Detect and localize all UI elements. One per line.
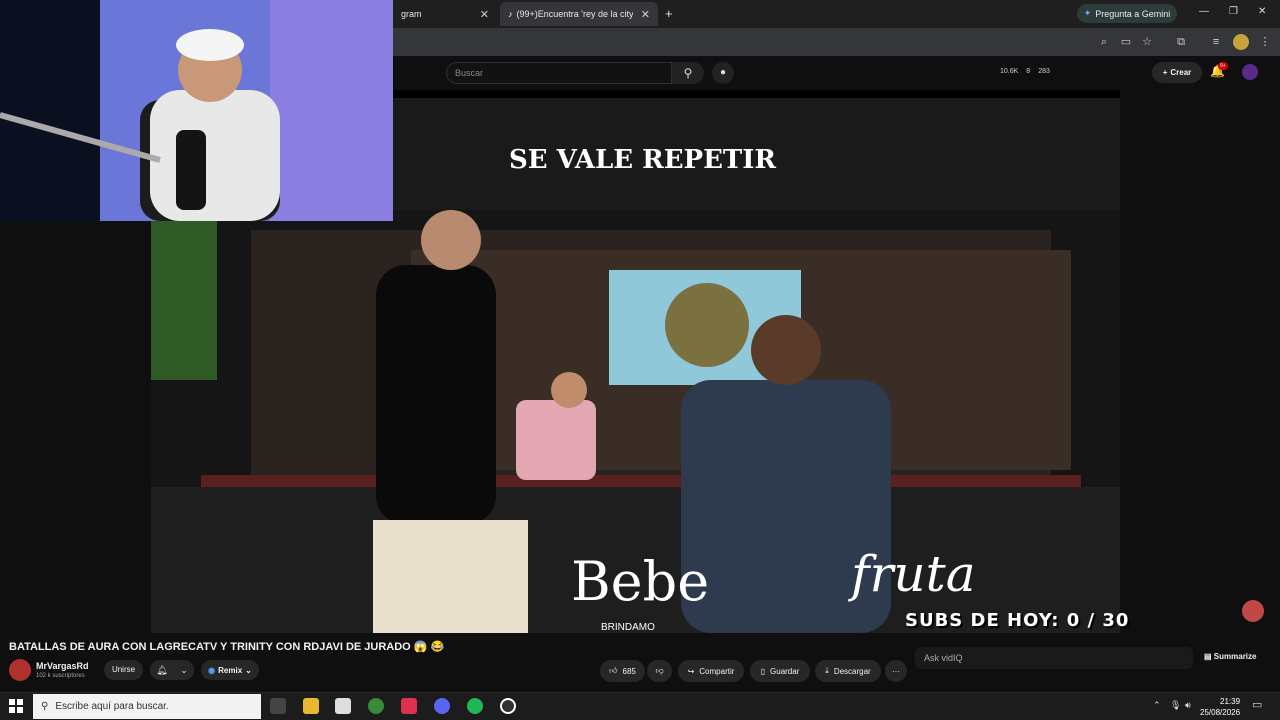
discord-icon[interactable]: [434, 698, 450, 714]
chrome-icon[interactable]: [368, 698, 384, 714]
file-explorer-icon[interactable]: [303, 698, 319, 714]
like-count: 685: [622, 666, 636, 676]
browser-tab[interactable]: gram ✕: [393, 2, 497, 26]
restaurant-sign: SE VALE REPETIR: [509, 145, 777, 175]
search-icon: ⚲: [41, 701, 49, 712]
wall-word-brindamo: BRINDAMO: [601, 622, 655, 633]
like-button[interactable]: 👍︎ 685: [600, 660, 645, 682]
tab-label: gram: [401, 9, 422, 19]
restore-button[interactable]: ❐: [1229, 6, 1238, 17]
windows-start-icon[interactable]: [9, 699, 23, 713]
subs-counter-overlay: SUBS DE HOY: 0 / 30: [905, 610, 1130, 631]
webcam-overlay: [0, 0, 393, 221]
clock-date: 25/08/2026: [1200, 708, 1241, 717]
user-avatar[interactable]: [1242, 64, 1258, 80]
taskbar-clock[interactable]: 21:39 25/08/2026: [1200, 696, 1240, 718]
minimize-button[interactable]: —: [1199, 6, 1209, 17]
search-icon[interactable]: ⚲: [672, 62, 704, 84]
dislike-button[interactable]: 👎︎: [647, 660, 672, 682]
join-button[interactable]: Unirse: [104, 660, 143, 680]
channel-avatar[interactable]: [9, 659, 31, 681]
taskbar-search-input[interactable]: ⚲ Escribe aquí para buscar.: [33, 694, 261, 719]
download-label: Descargar: [833, 666, 871, 676]
search-input[interactable]: Buscar: [446, 62, 672, 84]
thumbs-down-icon: 👎︎: [655, 666, 664, 675]
create-button[interactable]: + Crear: [1152, 62, 1202, 83]
thumbs-up-icon: 👍︎: [609, 666, 618, 675]
media-control-icon[interactable]: ≡: [1208, 34, 1224, 50]
more-actions-button[interactable]: ···: [885, 660, 907, 682]
create-label: Crear: [1170, 68, 1192, 77]
browser-tab-active[interactable]: ♪ (99+)Encuentra 'rey de la city h ✕: [500, 2, 658, 26]
save-button[interactable]: ▯ Guardar: [750, 660, 810, 682]
microphone-icon[interactable]: 🎙︎: [1170, 700, 1181, 711]
gemini-sparkle-icon: ✦: [1083, 8, 1092, 18]
extensions-icon[interactable]: ⧉: [1173, 34, 1189, 50]
download-button[interactable]: ⤓ Descargar: [815, 660, 881, 682]
gemini-label: Pregunta a Gemini: [1095, 8, 1171, 19]
tab-close-icon[interactable]: ✕: [641, 8, 650, 21]
download-icon: ⤓: [825, 666, 829, 675]
bell-icon: 🔔︎: [156, 664, 168, 675]
streaming-app-icon[interactable]: [401, 698, 417, 714]
taskbar-search-placeholder: Escribe aquí para buscar.: [55, 701, 169, 712]
zoom-icon[interactable]: ⌕: [1096, 34, 1112, 50]
summarize-label: Summarize: [1213, 652, 1257, 661]
floating-avatar-button[interactable]: [1242, 600, 1264, 622]
microphone-icon[interactable]: ●: [712, 62, 734, 84]
tiktok-icon: ♪: [508, 9, 513, 19]
chevron-down-icon: ⌄: [180, 664, 188, 675]
wall-word-bebe: Bebe: [571, 550, 710, 613]
remix-icon: ◉: [208, 665, 216, 675]
tab-close-icon[interactable]: ✕: [480, 8, 489, 21]
chevron-down-icon: ⌄: [245, 665, 252, 675]
remix-button[interactable]: ◉ Remix ⌄: [201, 660, 259, 680]
stat-viewers: 283: [1038, 68, 1050, 75]
task-view-icon[interactable]: [270, 698, 286, 714]
summarize-icon: ▤: [1204, 652, 1212, 661]
channel-subscribers: 102 k suscriptores: [36, 673, 85, 679]
share-icon: ↪: [687, 666, 695, 676]
chevron-up-icon[interactable]: ⌃: [1153, 700, 1161, 711]
bookmark-icon: ▯: [760, 666, 766, 676]
clock-time: 21:39: [1220, 697, 1241, 706]
share-label: Compartir: [699, 666, 735, 676]
save-label: Guardar: [770, 666, 800, 676]
stat-count: 8: [1026, 68, 1031, 75]
notification-center-icon[interactable]: ▭: [1252, 698, 1262, 711]
cast-icon[interactable]: ▭: [1118, 34, 1134, 50]
streamer-cam: [0, 0, 393, 221]
channel-name[interactable]: MrVargasRd: [36, 661, 89, 671]
store-icon[interactable]: [335, 698, 351, 714]
video-title: BATALLAS DE AURA CON LAGRECATV Y TRINITY…: [9, 641, 445, 653]
summarize-button[interactable]: ▤ Summarize: [1204, 652, 1256, 661]
new-tab-button[interactable]: +: [665, 6, 673, 21]
profile-avatar[interactable]: [1233, 34, 1249, 50]
bookmark-star-icon[interactable]: ☆: [1139, 34, 1155, 50]
remix-label: Remix: [218, 665, 243, 675]
ask-vidiq-input[interactable]: Ask vidIQ: [915, 647, 1193, 669]
vidiq-stats: 10.6K 8 283: [1000, 68, 1050, 75]
close-window-button[interactable]: ✕: [1258, 6, 1266, 17]
gemini-button[interactable]: ✦ Pregunta a Gemini: [1077, 4, 1177, 23]
volume-icon[interactable]: 🔊︎: [1185, 700, 1191, 711]
plus-icon: +: [1162, 68, 1168, 77]
notifications-badge: 9+: [1218, 62, 1228, 70]
subscribe-bell-button[interactable]: 🔔︎ ⌄: [150, 660, 194, 680]
menu-icon[interactable]: ⋮: [1257, 34, 1273, 50]
spotify-icon[interactable]: [467, 698, 483, 714]
wall-word-fruta: fruta: [851, 545, 976, 603]
share-button[interactable]: ↪ Compartir: [678, 660, 744, 682]
tab-label: (99+)Encuentra 'rey de la city h: [516, 9, 633, 19]
obs-icon[interactable]: [500, 698, 516, 714]
stat-views: 10.6K: [1000, 68, 1019, 75]
